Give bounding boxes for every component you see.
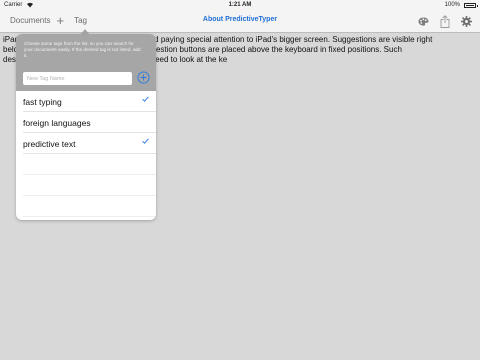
popover-header: Choose some tags from the list, so you c… xyxy=(16,34,156,91)
tag-instructions: Choose some tags from the list, so you c… xyxy=(24,41,141,58)
checkmark-icon xyxy=(142,96,149,102)
tag-label: foreign languages xyxy=(23,118,91,128)
tag-label: predictive text xyxy=(23,139,76,149)
add-tag-icon[interactable] xyxy=(137,71,150,84)
about-button[interactable]: About PredictiveTyper xyxy=(0,16,480,23)
tag-row-fast-typing[interactable]: fast typing xyxy=(23,91,156,112)
empty-row xyxy=(23,196,156,217)
share-icon[interactable] xyxy=(440,15,450,28)
battery-icon xyxy=(464,3,478,8)
empty-row xyxy=(23,175,156,196)
checkmark-icon xyxy=(142,138,149,144)
tag-label: fast typing xyxy=(23,97,62,107)
tag-row-foreign-languages[interactable]: foreign languages xyxy=(23,112,156,133)
new-tag-input[interactable] xyxy=(23,72,132,85)
empty-row xyxy=(23,154,156,175)
battery-percent: 100% xyxy=(444,2,460,8)
gear-icon[interactable] xyxy=(461,16,472,27)
palette-icon[interactable] xyxy=(418,17,429,26)
navigation-bar: Documents + Tag About PredictiveTyper xyxy=(0,12,480,33)
status-bar: Carrier 1:21 AM 100% xyxy=(0,0,480,12)
tag-popover: Choose some tags from the list, so you c… xyxy=(16,34,156,220)
tag-row-predictive-text[interactable]: predictive text xyxy=(23,133,156,154)
status-time: 1:21 AM xyxy=(228,2,252,8)
tag-list: fast typing foreign languages predictive… xyxy=(16,91,156,217)
